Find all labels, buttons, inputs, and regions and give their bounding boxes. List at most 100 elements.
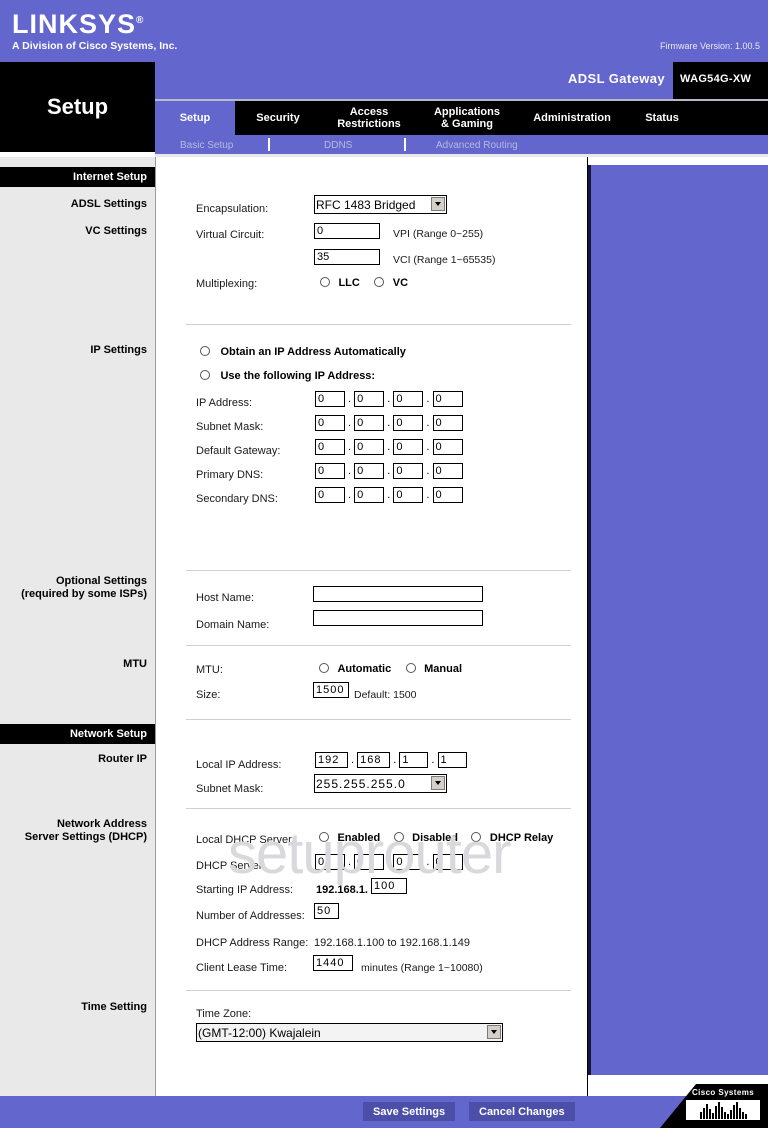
mtu-automatic-radio[interactable]: [319, 663, 329, 673]
local-ip-octet-1[interactable]: [315, 752, 348, 768]
ip-address-octet-3[interactable]: [393, 391, 424, 407]
obtain-ip-auto-label: Obtain an IP Address Automatically: [220, 346, 406, 358]
mtu-manual-radio[interactable]: [405, 663, 416, 673]
domain-name-input[interactable]: [313, 610, 483, 626]
vpi-input[interactable]: [314, 223, 380, 239]
host-name-input[interactable]: [313, 586, 483, 602]
dhcp-server-label: DHCP Server:: [196, 860, 266, 872]
device-category-bar: ADSL Gateway: [155, 62, 673, 99]
tab-administration[interactable]: Administration: [517, 101, 627, 135]
primary-dns-octet-3[interactable]: [393, 463, 424, 479]
ip-address-label: IP Address:: [196, 397, 253, 409]
subnet-mask-octet-1[interactable]: [315, 415, 345, 431]
encapsulation-label: Encapsulation:: [196, 203, 269, 215]
default-gateway-octets: . . .: [315, 437, 463, 455]
dhcp-range-value: 192.168.1.100 to 192.168.1.149: [314, 937, 470, 949]
number-of-addresses-input[interactable]: [314, 903, 339, 919]
dhcp-server-octet-2[interactable]: [354, 854, 385, 870]
domain-name-label: Domain Name:: [196, 619, 270, 631]
local-ip-label: Local IP Address:: [196, 759, 282, 771]
divider-optional-mtu: [186, 645, 571, 646]
primary-dns-octet-4[interactable]: [432, 463, 463, 479]
default-gateway-octet-2[interactable]: [354, 439, 385, 455]
dhcp-server-octets: . . .: [315, 852, 463, 870]
divider-ip-optional: [186, 570, 571, 571]
device-category: ADSL Gateway: [567, 71, 665, 86]
main-content: Encapsulation: RFC 1483 Bridged Virtual …: [155, 157, 588, 1096]
button-bar: Save Settings Cancel Changes: [155, 1096, 588, 1128]
subnet-mask-octet-4[interactable]: [432, 415, 463, 431]
subnet-mask-octet-3[interactable]: [393, 415, 424, 431]
help-panel: [588, 165, 768, 1075]
vci-input[interactable]: [314, 249, 380, 265]
secondary-dns-octet-4[interactable]: [432, 487, 463, 503]
dhcp-enabled-label: Enabled: [337, 832, 381, 844]
ip-address-octet-1[interactable]: [315, 391, 345, 407]
encapsulation-select[interactable]: RFC 1483 Bridged: [314, 195, 447, 214]
default-gateway-octet-1[interactable]: [315, 439, 345, 455]
dhcp-server-octet-4[interactable]: [432, 854, 463, 870]
ip-address-octet-4[interactable]: [432, 391, 463, 407]
sidebar-item-internet-setup: Internet Setup: [0, 167, 155, 187]
device-model: WAG54G-XW: [680, 73, 752, 85]
save-settings-button[interactable]: Save Settings: [363, 1102, 456, 1121]
mtu-manual-label: Manual: [424, 663, 463, 675]
local-ip-octet-3[interactable]: [399, 752, 429, 768]
subtab-advanced-routing[interactable]: Advanced Routing: [436, 138, 518, 152]
firmware-version: Firmware Version: 1.00.5: [659, 41, 760, 51]
ip-address-octet-2[interactable]: [354, 391, 385, 407]
subtab-basic-setup[interactable]: Basic Setup: [180, 138, 233, 152]
ip-address-octets: . . .: [315, 389, 463, 407]
vci-hint: VCI (Range 1~65535): [393, 254, 496, 266]
primary-dns-octet-1[interactable]: [315, 463, 345, 479]
cisco-bars-icon: [686, 1100, 760, 1120]
basic-setup-form: Encapsulation: RFC 1483 Bridged Virtual …: [156, 157, 589, 1096]
tab-setup[interactable]: Setup: [155, 101, 235, 135]
client-lease-time-input[interactable]: [313, 955, 353, 971]
multiplexing-vc-radio[interactable]: [374, 277, 385, 287]
dhcp-server-octet-1[interactable]: [315, 854, 345, 870]
mtu-label: MTU:: [196, 664, 223, 676]
secondary-dns-octet-1[interactable]: [315, 487, 345, 503]
default-gateway-octet-3[interactable]: [393, 439, 424, 455]
dhcp-enabled-radio[interactable]: [319, 832, 329, 842]
sidebar-item-optional-settings: Optional Settings (required by some ISPs…: [21, 575, 147, 600]
multiplexing-llc-label: LLC: [338, 277, 360, 289]
device-row: ADSL Gateway WAG54G-XW: [155, 62, 768, 99]
secondary-dns-octet-3[interactable]: [393, 487, 424, 503]
tab-applications-gaming[interactable]: Applications & Gaming: [417, 101, 517, 135]
linksys-tagline: A Division of Cisco Systems, Inc.: [12, 40, 178, 52]
local-dhcp-server-label: Local DHCP Server:: [196, 834, 295, 846]
default-gateway-octet-4[interactable]: [432, 439, 463, 455]
use-static-ip-radio[interactable]: [200, 370, 210, 380]
cancel-changes-button[interactable]: Cancel Changes: [469, 1102, 575, 1121]
dhcp-relay-label: DHCP Relay: [489, 832, 554, 844]
use-static-ip-label: Use the following IP Address:: [220, 370, 376, 382]
tab-access-restrictions[interactable]: Access Restrictions: [321, 101, 417, 135]
multiplexing-llc-radio[interactable]: [320, 277, 330, 287]
mtu-size-input[interactable]: [313, 682, 349, 698]
mtu-size-hint: Default: 1500: [354, 689, 417, 701]
local-ip-octets: . . .: [315, 750, 467, 768]
router-subnet-select[interactable]: 255.255.255.0: [314, 774, 447, 793]
client-lease-time-label: Client Lease Time:: [196, 962, 288, 974]
sidebar-item-network-setup: Network Setup: [0, 724, 155, 744]
subtab-ddns[interactable]: DDNS: [324, 138, 352, 152]
secondary-dns-octet-2[interactable]: [354, 487, 385, 503]
router-subnet-label: Subnet Mask:: [196, 783, 264, 795]
virtual-circuit-label: Virtual Circuit:: [196, 229, 265, 241]
starting-ip-input[interactable]: [371, 878, 407, 894]
linksys-logo: LINKSYS® A Division of Cisco Systems, In…: [12, 6, 177, 53]
dhcp-server-octet-3[interactable]: [393, 854, 424, 870]
local-ip-octet-4[interactable]: [437, 752, 467, 768]
time-zone-select-wrap: (GMT-12:00) Kwajalein: [196, 1023, 503, 1042]
dhcp-relay-radio[interactable]: [471, 832, 482, 842]
time-zone-select[interactable]: (GMT-12:00) Kwajalein: [196, 1023, 503, 1042]
subnet-mask-octet-2[interactable]: [354, 415, 385, 431]
tab-status[interactable]: Status: [627, 101, 697, 135]
obtain-ip-auto-radio[interactable]: [200, 346, 210, 356]
local-ip-octet-2[interactable]: [357, 752, 391, 768]
tab-security[interactable]: Security: [235, 101, 321, 135]
dhcp-disabled-radio[interactable]: [393, 832, 404, 842]
primary-dns-octet-2[interactable]: [354, 463, 385, 479]
